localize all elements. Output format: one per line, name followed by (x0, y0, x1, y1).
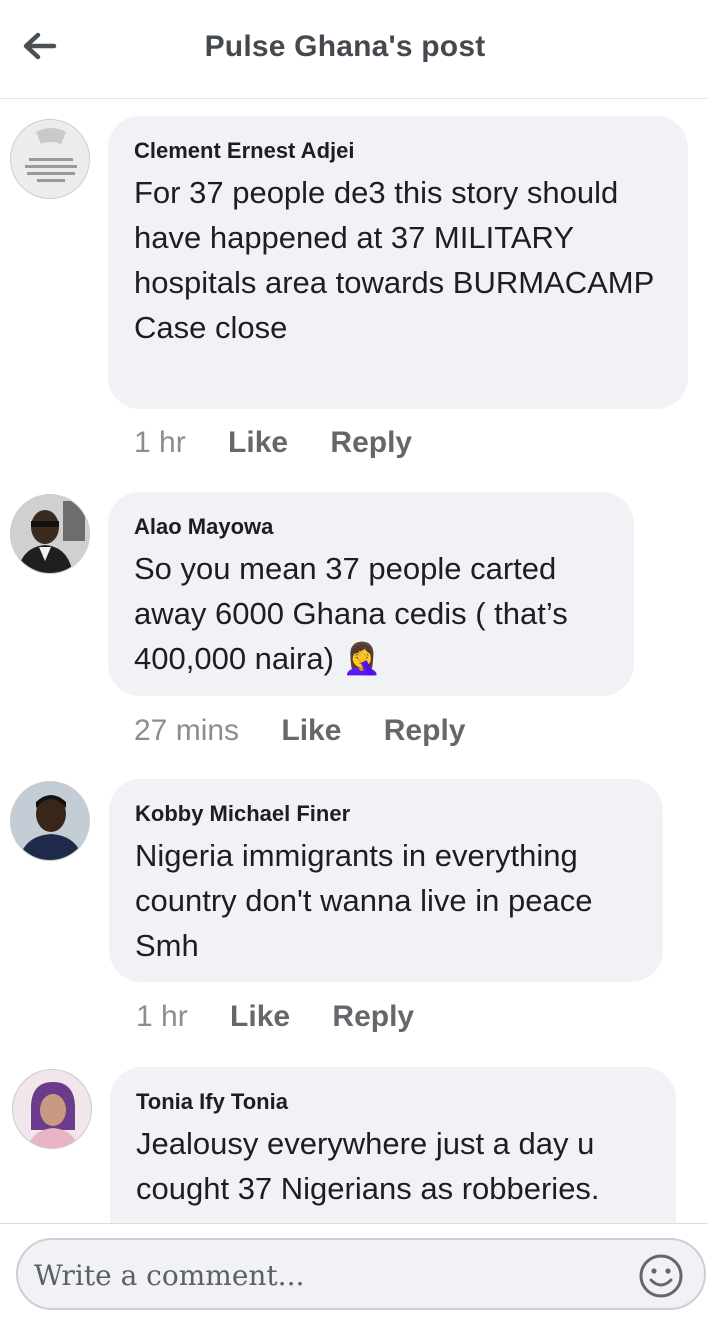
smiley-icon (639, 1254, 683, 1298)
comment-author[interactable]: Clement Ernest Adjei (134, 138, 662, 164)
reply-button[interactable]: Reply (332, 1000, 414, 1033)
quote-avatar-image (11, 120, 89, 198)
facepalm-emoji: 🤦‍♀️ (342, 641, 382, 676)
comment-author[interactable]: Kobby Michael Finer (135, 801, 637, 827)
comment-composer (0, 1223, 708, 1317)
like-button[interactable]: Like (281, 714, 341, 747)
comment-meta: 1 hr Like Reply (134, 426, 446, 460)
comment-text: For 37 people de3 this story should have… (134, 175, 655, 345)
comment-text: Jealousy everywhere just a day u cought … (136, 1126, 600, 1206)
emoji-button[interactable] (638, 1253, 684, 1299)
page-title: Pulse Ghana's post (204, 30, 486, 63)
comment-input[interactable] (32, 1250, 616, 1300)
comment-time[interactable]: 1 hr (134, 426, 186, 459)
comment-bubble[interactable]: Kobby Michael Finer Nigeria immigrants i… (109, 779, 663, 982)
person-avatar-image (11, 495, 89, 573)
comment-meta: 27 mins Like Reply (134, 714, 499, 748)
person-avatar-image (11, 782, 89, 860)
comment-text: Nigeria immigrants in everything country… (135, 838, 593, 963)
comment-time[interactable]: 27 mins (134, 714, 239, 747)
comment-bubble[interactable]: Tonia Ify Tonia Jealousy everywhere just… (110, 1067, 676, 1223)
like-button[interactable]: Like (228, 426, 288, 459)
comment-bubble[interactable]: Clement Ernest Adjei For 37 people de3 t… (108, 116, 688, 409)
avatar[interactable] (12, 1069, 92, 1149)
top-bar: Pulse Ghana's post (0, 0, 708, 99)
avatar[interactable] (10, 781, 90, 861)
avatar[interactable] (10, 119, 90, 199)
comment-time[interactable]: 1 hr (136, 1000, 188, 1033)
comment-author[interactable]: Alao Mayowa (134, 514, 608, 540)
comment-author[interactable]: Tonia Ify Tonia (136, 1089, 650, 1115)
comment-list[interactable]: Clement Ernest Adjei For 37 people de3 t… (0, 99, 708, 1223)
person-avatar-image (13, 1070, 91, 1148)
comment-meta: 1 hr Like Reply (136, 1000, 448, 1034)
reply-button[interactable]: Reply (384, 714, 466, 747)
comment-box[interactable] (16, 1238, 706, 1310)
reply-button[interactable]: Reply (330, 426, 412, 459)
comment-bubble[interactable]: Alao Mayowa So you mean 37 people carted… (108, 492, 634, 696)
comment-text: So you mean 37 people carted away 6000 G… (134, 546, 608, 681)
avatar[interactable] (10, 494, 90, 574)
like-button[interactable]: Like (230, 1000, 290, 1033)
